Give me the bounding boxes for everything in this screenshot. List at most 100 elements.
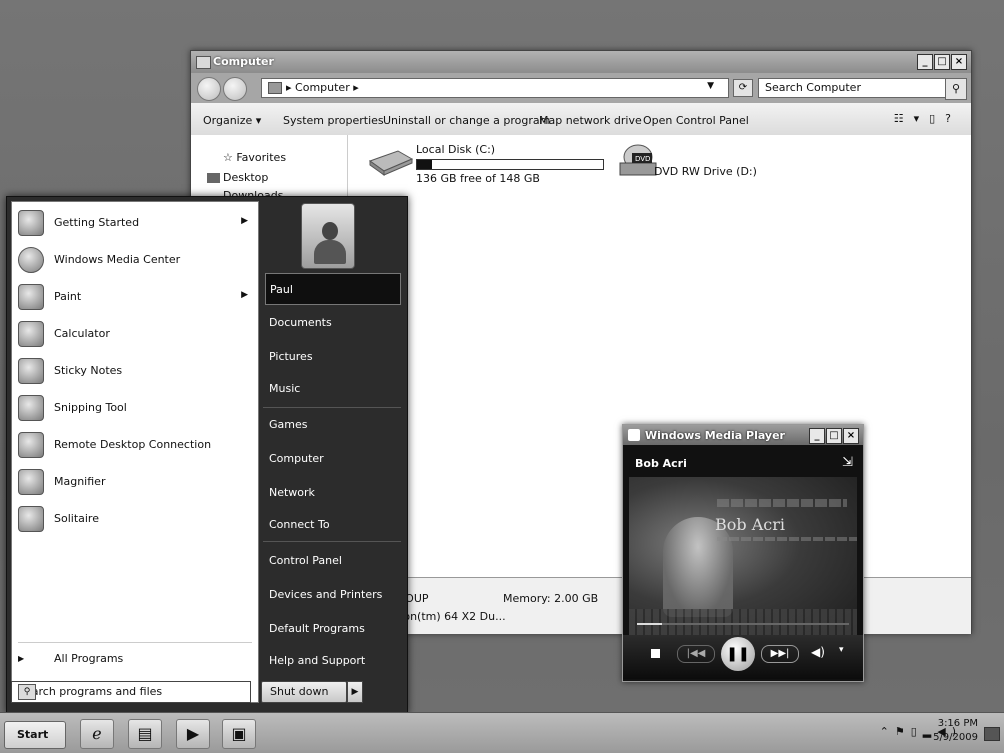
program-label: Paint (54, 290, 82, 303)
program-paint[interactable]: Paint ▶ (12, 280, 258, 316)
desktop-icon (207, 173, 220, 183)
place-documents[interactable]: Documents (265, 307, 399, 337)
system-properties-button[interactable]: System properties (283, 114, 384, 127)
place-pictures[interactable]: Pictures (265, 341, 399, 371)
refresh-button[interactable]: ⟳ (733, 79, 753, 97)
start-menu-programs: Getting Started ▶ Windows Media Center Pa… (11, 201, 259, 703)
arrow-right-icon: ▶ (18, 654, 25, 663)
search-icon[interactable]: ⚲ (945, 78, 967, 100)
program-sticky-notes[interactable]: Sticky Notes (12, 354, 258, 390)
media-player-title-bar[interactable]: Windows Media Player _ □ × (623, 425, 863, 445)
start-search-placeholder: Search programs and files (18, 685, 163, 698)
magnifier-icon (18, 469, 44, 495)
shutdown-options-icon[interactable]: ▶ (347, 681, 363, 703)
forward-button[interactable] (223, 77, 247, 101)
place-user[interactable]: Paul (265, 273, 401, 305)
show-desktop-button[interactable] (984, 727, 1000, 741)
avatar-head (322, 222, 338, 240)
nav-favorites[interactable]: ☆ Favorites (223, 151, 286, 164)
search-input[interactable]: Search Computer (758, 78, 946, 98)
back-button[interactable] (197, 77, 221, 101)
media-player-taskbar-icon[interactable]: ▶ (176, 719, 210, 749)
divider (263, 541, 401, 542)
dvd-drive-label[interactable]: DVD RW Drive (D:) (654, 165, 757, 178)
next-button[interactable]: ▶▶| (761, 645, 799, 663)
address-bar[interactable]: ▸ Computer ▸ ▼ (261, 78, 729, 98)
nav-favorites-label: Favorites (236, 151, 287, 164)
hard-disk-icon[interactable] (368, 147, 414, 177)
place-default-programs[interactable]: Default Programs (265, 613, 399, 643)
shutdown-label: Shut down (270, 685, 329, 698)
program-calculator[interactable]: Calculator (12, 317, 258, 353)
explorer-title-bar[interactable]: Computer _ □ × (191, 51, 971, 73)
map-network-drive-button[interactable]: Map network drive (539, 114, 642, 127)
breadcrumb[interactable]: ▸ Computer ▸ (286, 81, 359, 94)
program-media-center[interactable]: Windows Media Center (12, 243, 258, 279)
media-player-icon (628, 429, 640, 441)
program-label: Sticky Notes (54, 364, 123, 377)
pause-button[interactable]: ❚❚ (721, 637, 755, 671)
album-art-title: Bob Acri (715, 515, 785, 534)
local-disk-free: 136 GB free of 148 GB (416, 172, 540, 185)
maximize-button[interactable]: □ (826, 428, 842, 444)
shutdown-button[interactable]: Shut down (261, 681, 347, 703)
seek-bar[interactable] (637, 623, 849, 625)
start-button[interactable]: Start (4, 721, 66, 749)
place-network[interactable]: Network (265, 477, 399, 507)
clock[interactable]: 3:16 PM 5/9/2009 (933, 717, 978, 745)
place-label: Pictures (269, 350, 313, 363)
place-label: Music (269, 382, 301, 395)
place-connect-to[interactable]: Connect To (265, 509, 399, 539)
remote-desktop-taskbar-icon[interactable]: ▣ (222, 719, 256, 749)
maximize-button[interactable]: □ (934, 54, 950, 70)
stop-button[interactable] (651, 649, 660, 658)
divider (18, 642, 252, 643)
now-playing-artist: Bob Acri (635, 457, 687, 470)
place-computer[interactable]: Computer (265, 443, 399, 473)
place-control-panel[interactable]: Control Panel (265, 545, 399, 575)
explorer-icon[interactable]: ▤ (128, 719, 162, 749)
local-disk-label[interactable]: Local Disk (C:) (416, 143, 495, 156)
address-dropdown-icon[interactable]: ▼ (707, 81, 714, 91)
place-games[interactable]: Games (265, 409, 399, 439)
program-magnifier[interactable]: Magnifier (12, 465, 258, 501)
minimize-button[interactable]: _ (917, 54, 933, 70)
view-options-icons[interactable]: ☷▾▯? (894, 112, 961, 125)
submenu-arrow-icon[interactable]: ▶ (241, 290, 248, 300)
place-music[interactable]: Music (265, 373, 399, 403)
close-button[interactable]: × (843, 428, 859, 444)
breadcrumb-computer[interactable]: Computer (295, 81, 350, 94)
nav-desktop[interactable]: Desktop (223, 171, 268, 184)
internet-explorer-icon[interactable]: ℯ (80, 719, 114, 749)
program-solitaire[interactable]: Solitaire (12, 502, 258, 538)
place-help-support[interactable]: Help and Support (265, 645, 399, 675)
previous-button[interactable]: |◀◀ (677, 645, 715, 663)
program-label: Magnifier (54, 475, 106, 488)
place-devices-printers[interactable]: Devices and Printers (265, 579, 399, 609)
uninstall-program-button[interactable]: Uninstall or change a program (383, 114, 550, 127)
calculator-icon (18, 321, 44, 347)
open-control-panel-button[interactable]: Open Control Panel (643, 114, 749, 127)
computer-icon (196, 56, 211, 69)
program-label: Solitaire (54, 512, 99, 525)
submenu-arrow-icon[interactable]: ▶ (241, 216, 248, 226)
start-search-input[interactable]: Search programs and files ⚲ (11, 681, 251, 703)
address-toolbar: ▸ Computer ▸ ▼ ⟳ Search Computer ⚲ (191, 73, 971, 103)
volume-icon[interactable]: ◀) (811, 645, 825, 659)
memory-value: Memory: 2.00 GB (503, 592, 599, 605)
search-placeholder: Search Computer (765, 81, 861, 94)
program-getting-started[interactable]: Getting Started ▶ (12, 206, 258, 242)
organize-button[interactable]: Organize ▾ (203, 114, 261, 127)
program-remote-desktop[interactable]: Remote Desktop Connection (12, 428, 258, 464)
volume-dropdown-icon[interactable]: ▾ (839, 645, 844, 655)
media-player-window: Windows Media Player _ □ × Bob Acri ⇲ Bo… (622, 424, 864, 682)
clock-time: 3:16 PM (937, 718, 978, 729)
program-snipping-tool[interactable]: Snipping Tool (12, 391, 258, 427)
switch-to-library-icon[interactable]: ⇲ (842, 455, 853, 470)
program-label: Remote Desktop Connection (54, 438, 212, 451)
user-avatar[interactable] (301, 203, 355, 269)
close-button[interactable]: × (951, 54, 967, 70)
minimize-button[interactable]: _ (809, 428, 825, 444)
place-label: Default Programs (269, 622, 365, 635)
search-icon[interactable]: ⚲ (18, 684, 36, 700)
